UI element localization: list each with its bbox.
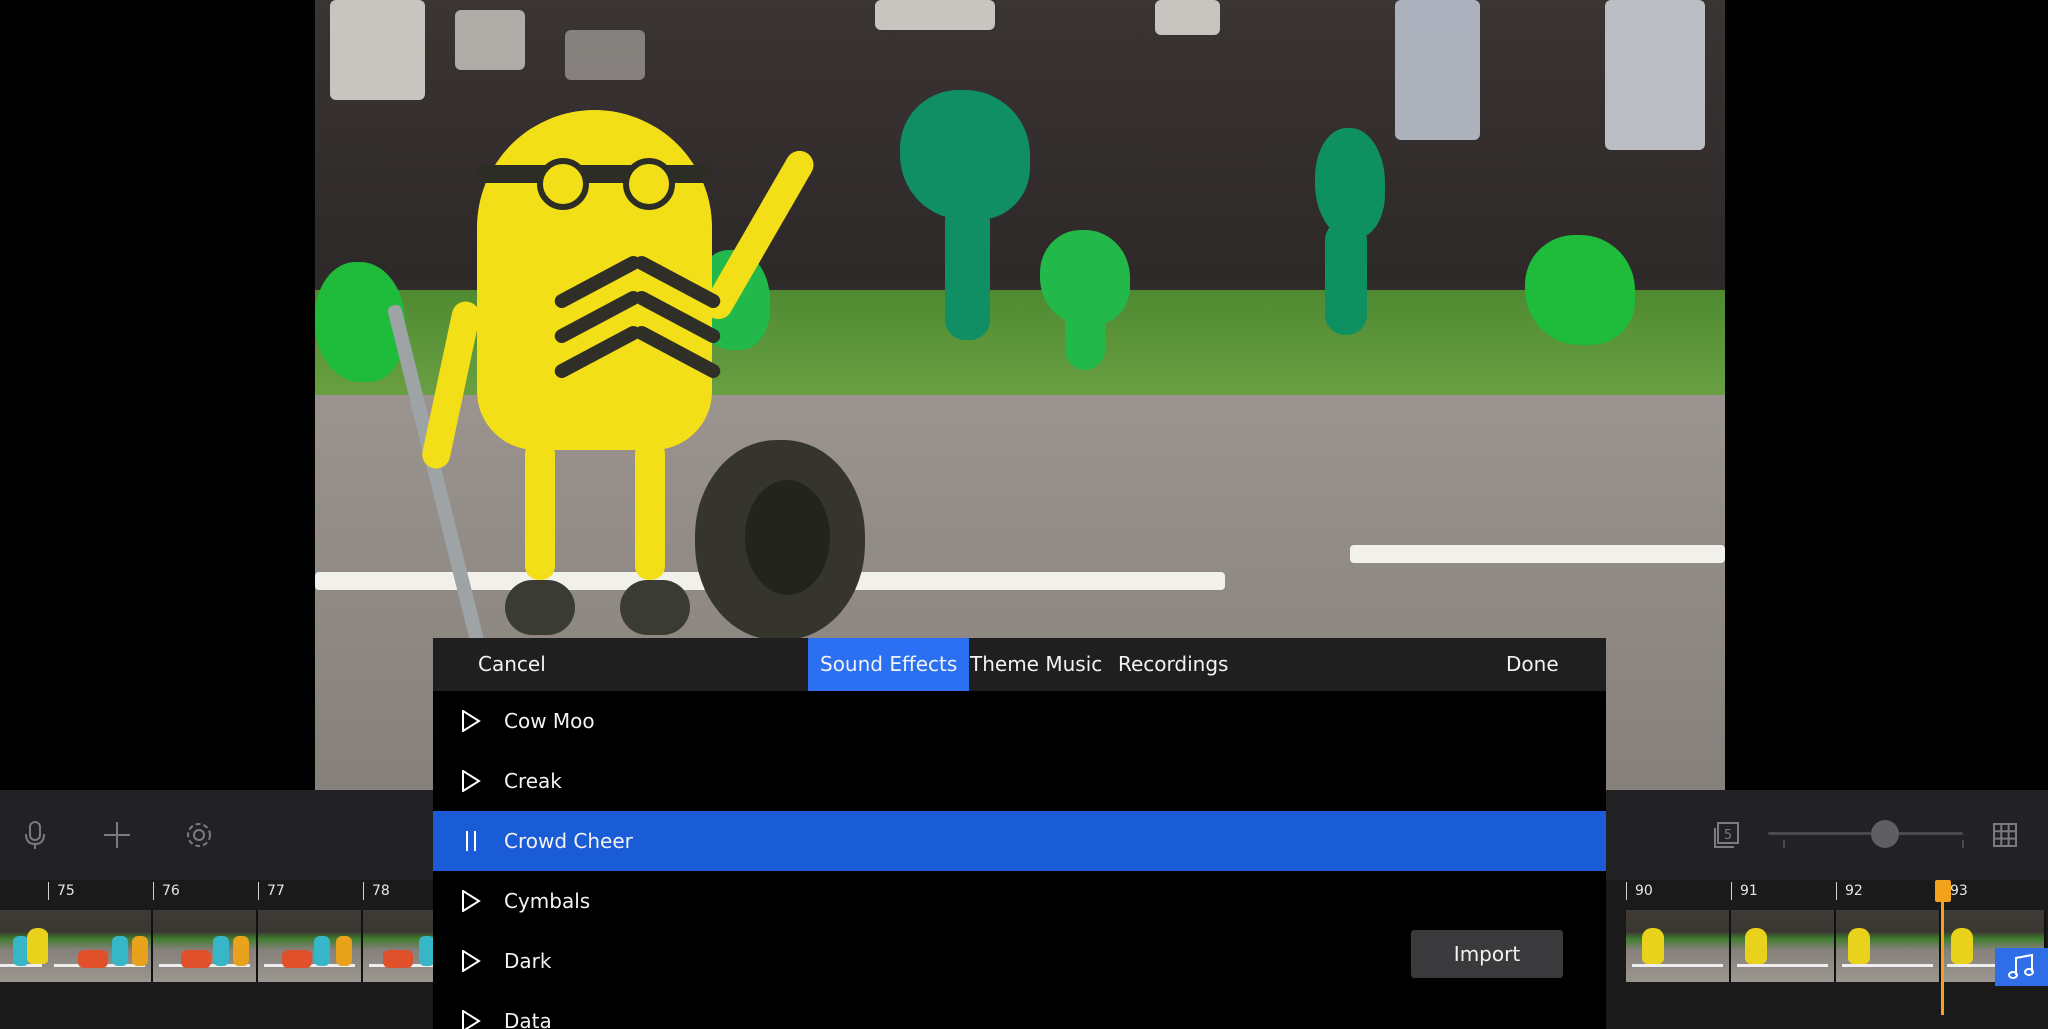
sound-item-label: Dark [504,949,552,973]
tab-theme-music[interactable]: Theme Music [970,638,1102,691]
grid-icon[interactable] [1978,808,2032,862]
timeline-frame[interactable] [258,910,363,982]
import-button[interactable]: Import [1411,930,1563,978]
sound-item-label: Cow Moo [504,709,595,733]
timeline-frame[interactable] [153,910,258,982]
timeline-frame[interactable] [1731,910,1836,982]
play-icon[interactable] [459,889,483,913]
ruler-label: 92 [1836,882,1863,900]
ruler-label: 75 [48,882,75,900]
sound-item-label: Creak [504,769,562,793]
ruler-label: 91 [1731,882,1758,900]
sound-item-label: Data [504,1009,552,1029]
microphone-icon[interactable] [8,808,62,862]
sound-picker-panel: Cancel Sound Effects Theme Music Recordi… [433,638,1606,1029]
ruler-label: 77 [258,882,285,900]
ruler-label: 90 [1626,882,1653,900]
ruler-label: 78 [363,882,390,900]
play-icon[interactable] [459,769,483,793]
sound-item-label: Cymbals [504,889,591,913]
done-button[interactable]: Done [1506,638,1559,691]
frame-count-icon[interactable]: 5 [1700,808,1754,862]
play-icon[interactable] [459,1009,483,1029]
timeline-frame[interactable] [1836,910,1941,982]
sound-item-cymbals[interactable]: Cymbals [433,871,1606,931]
cancel-button[interactable]: Cancel [478,638,546,691]
pause-icon[interactable] [459,829,483,853]
sound-item-creak[interactable]: Creak [433,751,1606,811]
sound-item-cow-moo[interactable]: Cow Moo [433,691,1606,751]
play-icon[interactable] [459,949,483,973]
ruler-label: 76 [153,882,180,900]
gear-icon[interactable] [172,808,226,862]
tab-recordings[interactable]: Recordings [1118,638,1228,691]
timeline-frame[interactable] [0,910,50,982]
add-icon[interactable] [90,808,144,862]
music-note-icon[interactable] [1995,948,2048,986]
zoom-slider-track[interactable] [1768,832,1963,835]
timeline-frame[interactable] [48,910,153,982]
panel-header: Cancel Sound Effects Theme Music Recordi… [433,638,1606,691]
sound-item-label: Crowd Cheer [504,829,633,853]
sound-item-crowd-cheer[interactable]: Crowd Cheer [433,811,1606,871]
tab-sound-effects[interactable]: Sound Effects [808,638,970,691]
frame-count-badge: 5 [1724,828,1732,843]
timeline-frame[interactable] [1626,910,1731,982]
zoom-slider-thumb[interactable] [1871,820,1899,848]
play-icon[interactable] [459,709,483,733]
sound-item-data[interactable]: Data [433,991,1606,1029]
playhead-handle[interactable] [1935,880,1951,902]
